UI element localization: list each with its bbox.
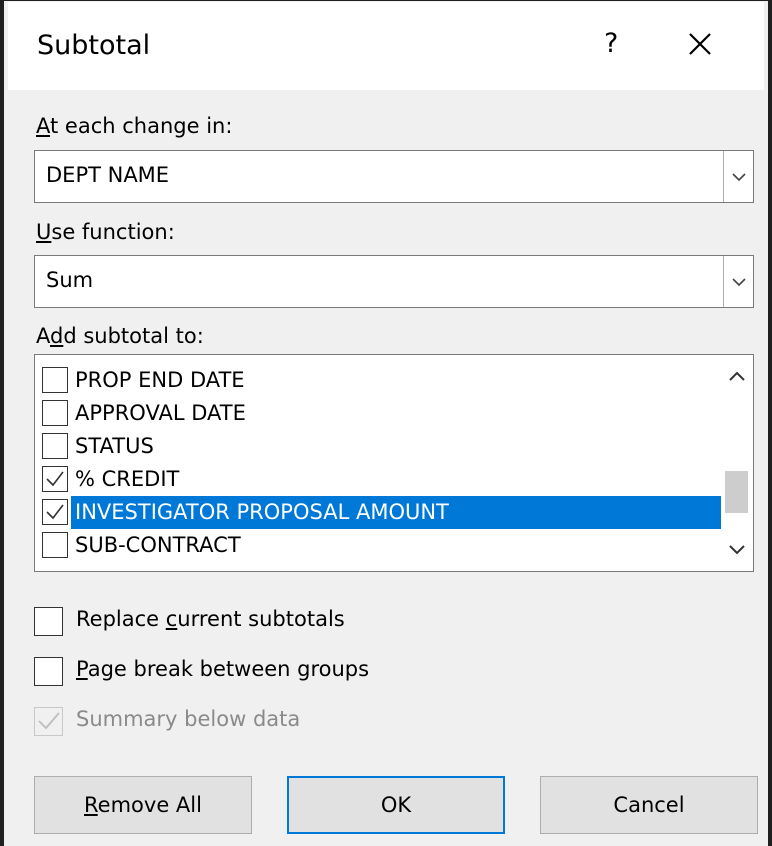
list-item-status[interactable]: STATUS bbox=[37, 430, 723, 463]
function-value: Sum bbox=[46, 268, 94, 292]
change-in-dropdown-button[interactable] bbox=[723, 151, 753, 202]
checkmark-icon bbox=[38, 712, 60, 730]
change-in-value: DEPT NAME bbox=[46, 163, 170, 187]
help-button[interactable]: ? bbox=[604, 28, 618, 59]
close-button[interactable] bbox=[676, 23, 724, 67]
change-in-select[interactable]: DEPT NAME bbox=[34, 150, 754, 203]
list-item-credit[interactable]: % CREDIT bbox=[37, 463, 723, 496]
scroll-up-button[interactable] bbox=[721, 356, 752, 396]
function-label: Use function: bbox=[36, 220, 175, 244]
chevron-down-icon bbox=[728, 545, 745, 555]
add-subtotal-label: Add subtotal to: bbox=[36, 324, 204, 348]
item-checkbox[interactable] bbox=[42, 433, 68, 459]
chevron-up-icon bbox=[728, 371, 745, 381]
title-bar: Subtotal ? bbox=[8, 2, 764, 90]
item-label: APPROVAL DATE bbox=[75, 401, 246, 425]
checkmark-icon bbox=[46, 504, 64, 520]
item-label: SUB-CONTRACT bbox=[75, 533, 241, 557]
item-checkbox[interactable] bbox=[42, 400, 68, 426]
page-break-checkbox[interactable] bbox=[34, 657, 63, 686]
replace-subtotals-checkbox[interactable] bbox=[34, 607, 63, 636]
item-label: INVESTIGATOR PROPOSAL AMOUNT bbox=[71, 496, 723, 529]
summary-below-label: Summary below data bbox=[76, 707, 301, 731]
list-item-prop-end-date[interactable]: PROP END DATE bbox=[37, 364, 723, 397]
list-scrollbar[interactable] bbox=[721, 356, 752, 570]
function-select[interactable]: Sum bbox=[34, 255, 754, 308]
list-item-approval-date[interactable]: APPROVAL DATE bbox=[37, 397, 723, 430]
summary-below-checkbox bbox=[34, 707, 63, 736]
remove-all-button[interactable]: Remove All bbox=[34, 776, 252, 834]
dialog-title: Subtotal bbox=[37, 30, 151, 61]
subtotal-dialog: Subtotal ? At each change in: DEPT NAME … bbox=[0, 0, 772, 846]
checkmark-icon bbox=[46, 471, 64, 487]
item-label: % CREDIT bbox=[75, 467, 180, 491]
function-dropdown-button[interactable] bbox=[723, 256, 753, 307]
change-in-label: At each change in: bbox=[36, 114, 233, 138]
item-checkbox[interactable] bbox=[42, 466, 68, 492]
chevron-down-icon bbox=[731, 172, 746, 181]
page-break-label: Page break between groups bbox=[76, 657, 370, 681]
close-icon bbox=[689, 33, 711, 55]
add-subtotal-listbox[interactable]: PROP END DATE APPROVAL DATE STATUS % CRE… bbox=[34, 354, 754, 572]
chevron-down-icon bbox=[731, 277, 746, 286]
item-label: PROP END DATE bbox=[75, 368, 245, 392]
item-checkbox[interactable] bbox=[42, 367, 68, 393]
ok-button[interactable]: OK bbox=[287, 776, 505, 834]
item-checkbox[interactable] bbox=[42, 532, 68, 558]
scroll-thumb[interactable] bbox=[725, 471, 748, 513]
list-item-investigator-proposal-amount[interactable]: INVESTIGATOR PROPOSAL AMOUNT bbox=[37, 496, 723, 529]
scroll-down-button[interactable] bbox=[721, 530, 752, 570]
list-item-sub-contract[interactable]: SUB-CONTRACT bbox=[37, 529, 723, 562]
item-checkbox[interactable] bbox=[42, 499, 68, 525]
cancel-button[interactable]: Cancel bbox=[540, 776, 758, 834]
item-label: STATUS bbox=[75, 434, 154, 458]
replace-subtotals-label: Replace current subtotals bbox=[76, 607, 345, 631]
